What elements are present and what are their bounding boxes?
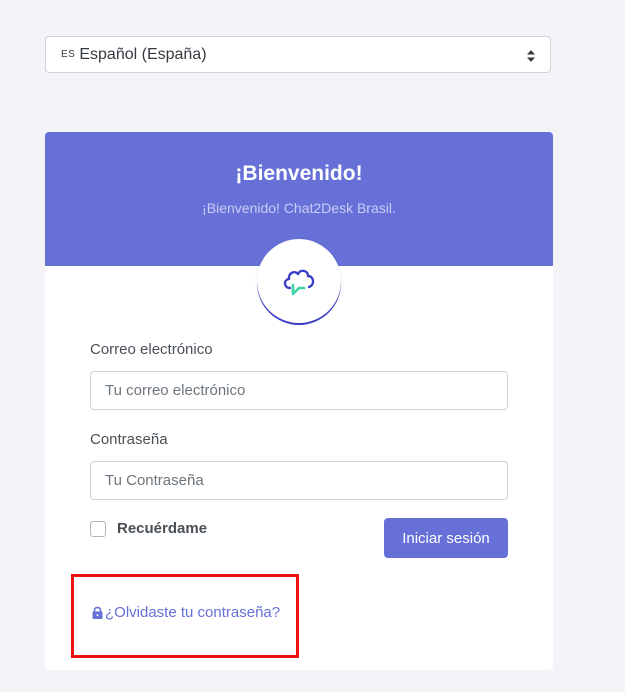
lock-icon [92,606,103,619]
password-label: Contraseña [90,431,168,448]
login-button[interactable]: Iniciar sesión [384,518,508,558]
forgot-password-label[interactable]: ¿Olvidaste tu contraseña? [105,604,280,621]
language-select[interactable]: ES Español (España) [45,36,551,73]
welcome-subtitle: ¡Bienvenido! Chat2Desk Brasil. [202,200,396,216]
select-arrows-icon [527,50,535,62]
login-card: ¡Bienvenido! ¡Bienvenido! Chat2Desk Bras… [45,132,553,670]
remember-checkbox[interactable] [90,520,106,537]
password-input[interactable] [90,461,508,500]
language-label: Español (España) [79,45,207,63]
forgot-password-link[interactable]: ¿Olvidaste tu contraseña? [92,604,280,621]
login-page: ES Español (España) ¡Bienvenido! ¡Bienve… [0,0,625,692]
welcome-title: ¡Bienvenido! [235,162,363,185]
remember-label[interactable]: Recuérdame [117,520,207,537]
language-code: ES [61,49,76,60]
cloud-chat-icon [283,269,315,296]
email-label: Correo electrónico [90,341,213,358]
remember-me: Recuérdame [90,520,207,537]
email-input[interactable] [90,371,508,410]
logo [257,239,341,323]
